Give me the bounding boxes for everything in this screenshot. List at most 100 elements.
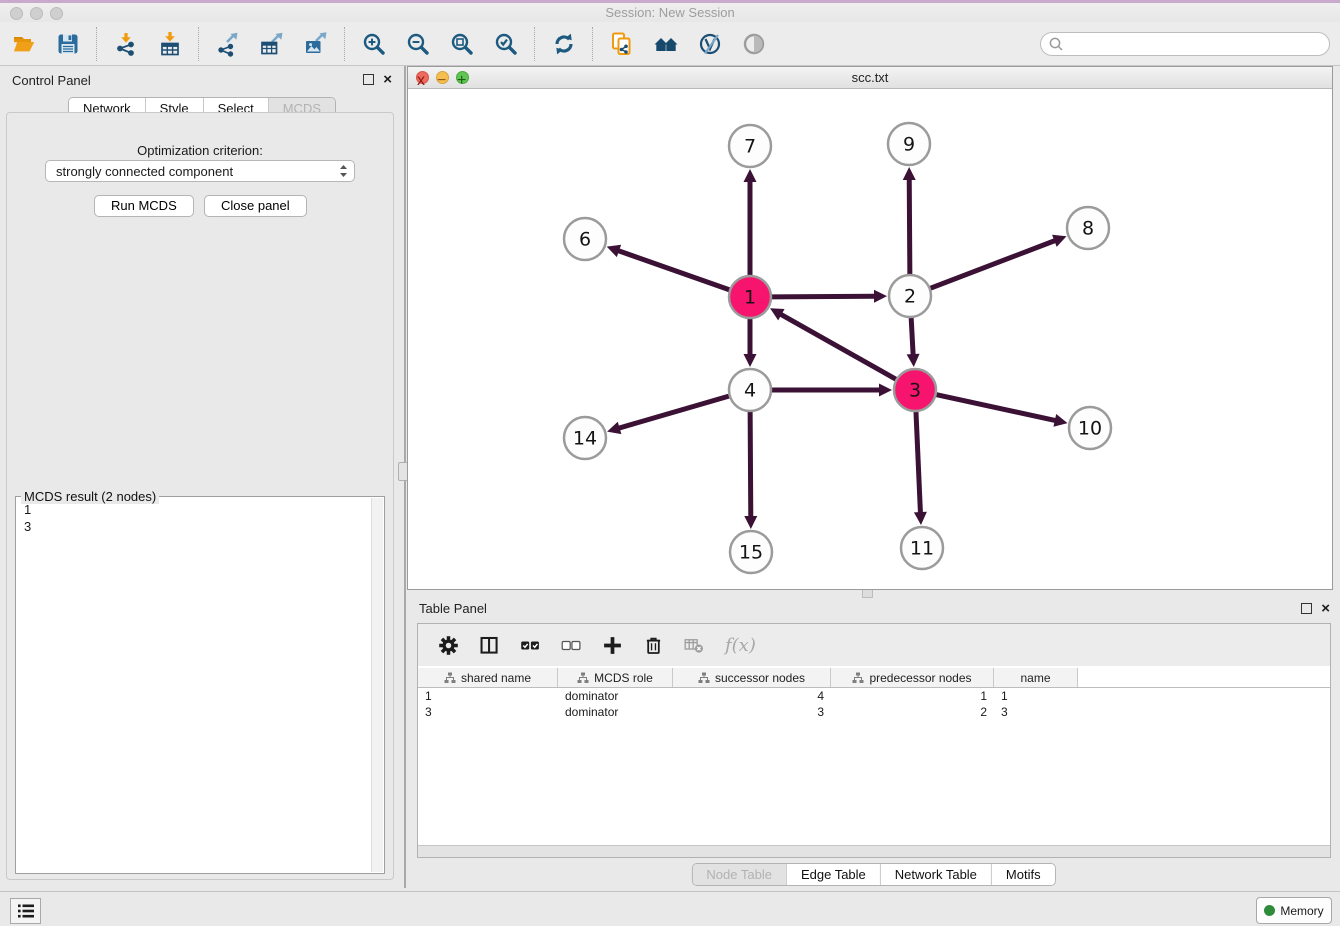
table-panel-window-buttons[interactable]: × — [1301, 601, 1330, 616]
memory-button[interactable]: Memory — [1256, 897, 1332, 924]
cell-name[interactable]: 3 — [994, 704, 1078, 720]
export-image-icon[interactable] — [302, 30, 329, 57]
delete-row-icon[interactable] — [641, 633, 665, 657]
cell-name[interactable]: 1 — [994, 688, 1078, 704]
close-panel-icon[interactable]: × — [383, 72, 392, 87]
edge-2-8[interactable] — [931, 240, 1057, 288]
control-panel-window-buttons[interactable]: × — [363, 72, 392, 87]
float-panel-icon[interactable] — [363, 74, 374, 85]
zoom-out-icon[interactable] — [404, 30, 431, 57]
network-window-titlebar[interactable]: x − + scc.txt — [408, 67, 1332, 89]
network-canvas[interactable]: 1234678910111415 — [408, 89, 1332, 589]
cell-successor_nodes[interactable]: 3 — [673, 704, 831, 720]
save-session-icon[interactable] — [54, 30, 81, 57]
home-icon[interactable] — [652, 30, 679, 57]
tab-node-table[interactable]: Node Table — [692, 864, 786, 885]
edge-arrowhead — [903, 167, 916, 180]
column-header-MCDS-role[interactable]: MCDS role — [558, 668, 673, 687]
edge-arrowhead — [907, 354, 920, 367]
mcds-result-text[interactable]: 13 — [17, 501, 371, 872]
edge-arrowhead — [607, 245, 621, 257]
node-label-11: 11 — [910, 538, 934, 560]
edge-4-14[interactable] — [618, 396, 729, 428]
edge-arrowhead — [879, 384, 892, 397]
edge-arrowhead — [607, 422, 621, 434]
main-toolbar — [0, 22, 1340, 66]
node-label-4: 4 — [744, 380, 756, 402]
cell-mcds_role[interactable]: dominator — [558, 704, 673, 720]
criterion-value: strongly connected component — [56, 164, 339, 179]
column-header-successor-nodes[interactable]: successor nodes — [673, 668, 831, 687]
details-disabled-icon — [740, 30, 767, 57]
node-label-1: 1 — [744, 287, 756, 309]
table-row[interactable]: 1dominator411 — [418, 688, 1330, 704]
node-label-15: 15 — [739, 542, 763, 564]
float-panel-icon[interactable] — [1301, 603, 1312, 614]
edge-3-1[interactable] — [780, 314, 896, 380]
window-top-accent — [0, 0, 1340, 3]
toolbar-separator — [198, 27, 199, 61]
tab-motifs[interactable]: Motifs — [991, 864, 1055, 885]
node-label-2: 2 — [904, 286, 916, 308]
edge-4-15[interactable] — [750, 412, 751, 518]
zoom-fit-icon[interactable] — [448, 30, 475, 57]
edge-2-9[interactable] — [909, 178, 910, 274]
zoom-in-icon[interactable] — [360, 30, 387, 57]
vizmap-toggle-icon[interactable] — [696, 30, 723, 57]
column-header-shared-name[interactable]: shared name — [418, 668, 558, 687]
column-header-predecessor-nodes[interactable]: predecessor nodes — [831, 668, 994, 687]
edge-2-3[interactable] — [911, 318, 913, 356]
result-scrollbar[interactable] — [371, 498, 383, 872]
run-mcds-button[interactable]: Run MCDS — [94, 195, 194, 217]
tab-edge-table[interactable]: Edge Table — [786, 864, 880, 885]
add-row-icon[interactable] — [600, 633, 624, 657]
app-titlebar: Session: New Session — [0, 0, 1340, 23]
cell-mcds_role[interactable]: dominator — [558, 688, 673, 704]
column-header-name[interactable]: name — [994, 668, 1078, 687]
cell-shared_name[interactable]: 1 — [418, 688, 558, 704]
refresh-layout-icon[interactable] — [550, 30, 577, 57]
zoom-selected-icon[interactable] — [492, 30, 519, 57]
edge-1-6[interactable] — [617, 250, 729, 289]
edge-3-11[interactable] — [916, 412, 921, 514]
node-label-10: 10 — [1078, 418, 1102, 440]
show-columns-icon[interactable] — [477, 633, 501, 657]
open-session-icon[interactable] — [10, 30, 37, 57]
control-panel-title: Control Panel — [12, 73, 91, 88]
table-panel: Table Panel × — [407, 597, 1340, 888]
cell-predecessor_nodes[interactable]: 1 — [831, 688, 994, 704]
dropdown-stepper-icon — [339, 164, 348, 178]
table-toolbar: f(x) — [418, 624, 1330, 666]
table-row[interactable]: 3dominator323 — [418, 704, 1330, 720]
edge-3-10[interactable] — [936, 395, 1056, 421]
select-all-icon[interactable] — [518, 633, 542, 657]
toolbar-separator — [344, 27, 345, 61]
task-history-button[interactable] — [10, 898, 41, 924]
search-box[interactable] — [1040, 32, 1330, 56]
node-label-6: 6 — [579, 229, 591, 251]
table-body[interactable]: 1dominator4113dominator323 — [418, 688, 1330, 720]
cell-predecessor_nodes[interactable]: 2 — [831, 704, 994, 720]
tab-network-table[interactable]: Network Table — [880, 864, 991, 885]
close-panel-button[interactable]: Close panel — [204, 195, 307, 217]
optimization-criterion-label: Optimization criterion: — [7, 143, 393, 158]
clone-network-icon[interactable] — [608, 30, 635, 57]
edge-arrowhead — [744, 169, 757, 182]
edge-arrowhead — [744, 516, 757, 529]
edge-1-2[interactable] — [772, 296, 876, 297]
export-table-icon[interactable] — [258, 30, 285, 57]
list-icon — [17, 903, 35, 919]
import-network-icon[interactable] — [112, 30, 139, 57]
export-network-icon[interactable] — [214, 30, 241, 57]
memory-label: Memory — [1280, 904, 1323, 918]
criterion-dropdown[interactable]: strongly connected component — [45, 160, 355, 182]
cell-shared_name[interactable]: 3 — [418, 704, 558, 720]
table-panel-title: Table Panel — [419, 601, 487, 616]
import-table-icon[interactable] — [156, 30, 183, 57]
search-input[interactable] — [1064, 35, 1329, 52]
node-label-8: 8 — [1082, 218, 1094, 240]
close-panel-icon[interactable]: × — [1321, 601, 1330, 616]
cell-successor_nodes[interactable]: 4 — [673, 688, 831, 704]
table-settings-icon[interactable] — [436, 633, 460, 657]
deselect-all-icon[interactable] — [559, 633, 583, 657]
